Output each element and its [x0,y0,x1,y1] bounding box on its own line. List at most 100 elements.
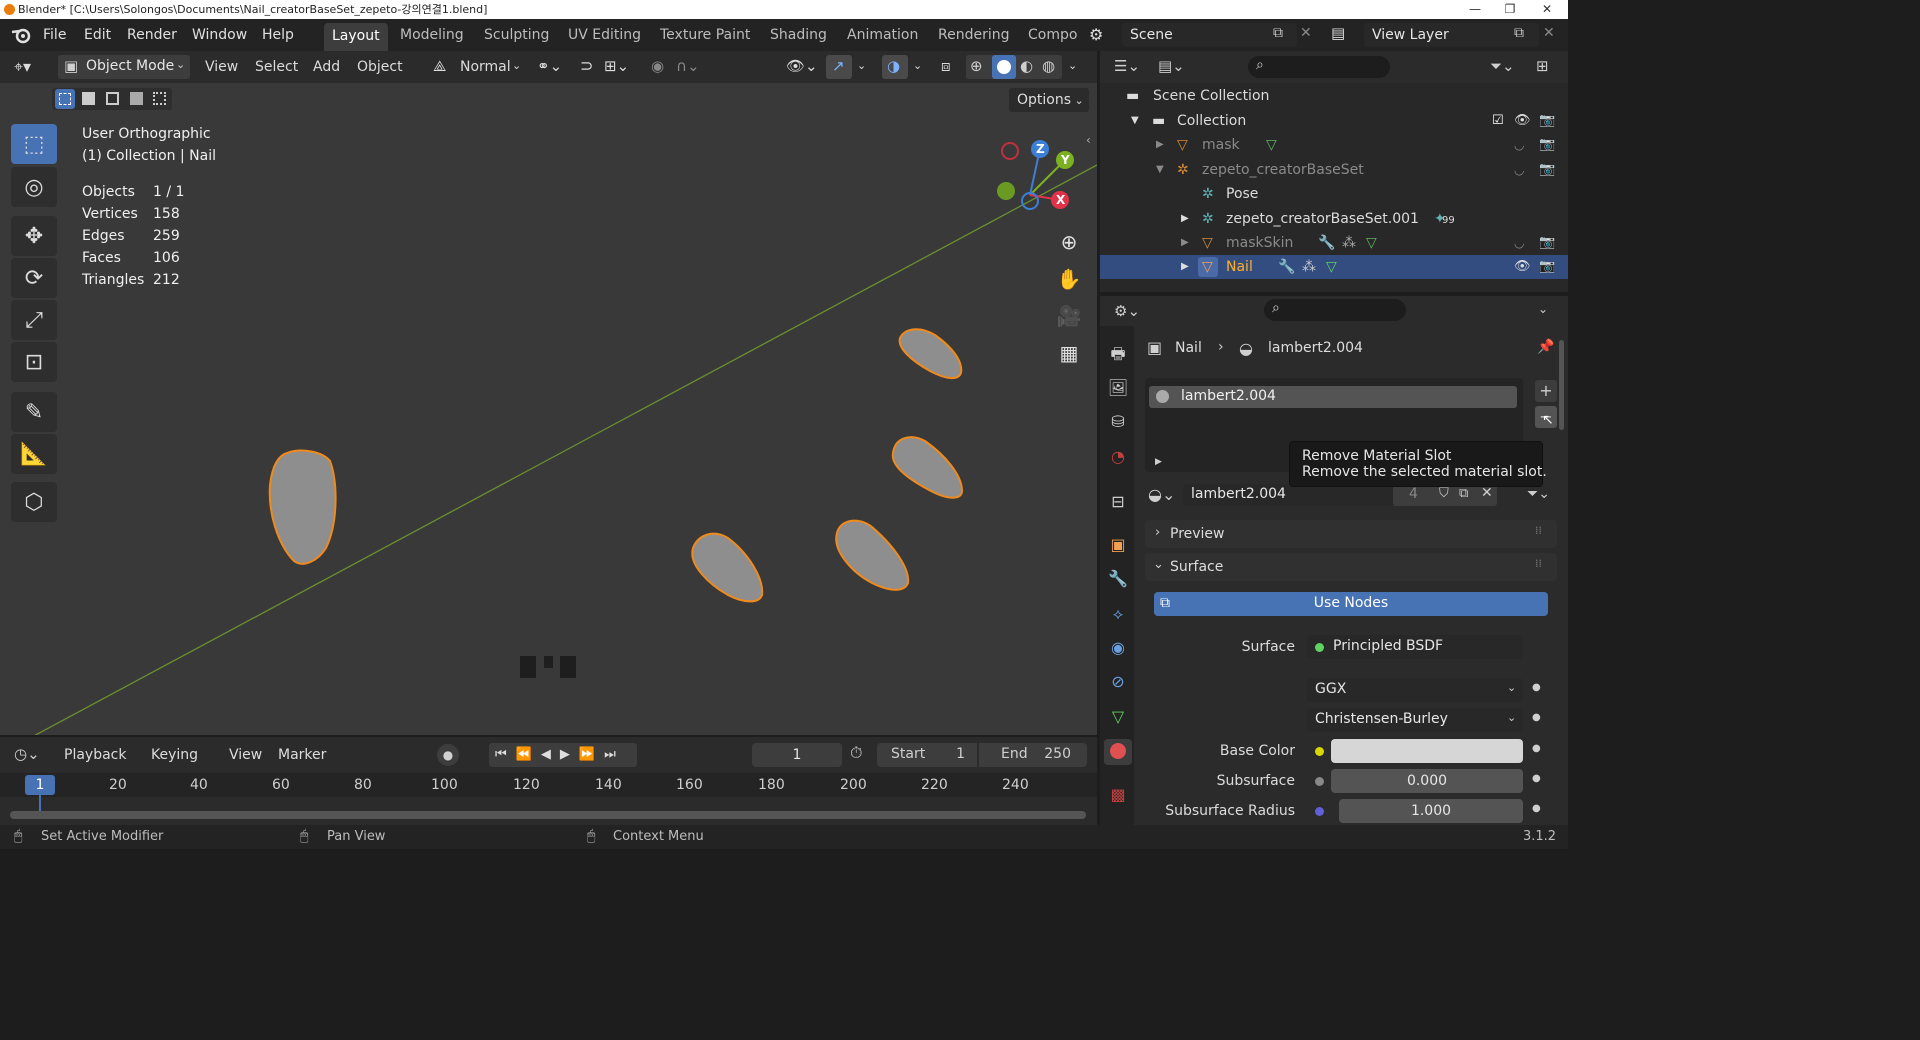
fake-user-shield-icon[interactable]: ⛉ [1439,486,1449,501]
new-view-layer-icon[interactable]: ⧉ [1514,25,1524,41]
physics-tab-icon[interactable]: ◉ [1106,636,1130,660]
new-scene-icon[interactable]: ⧉ [1273,25,1283,41]
properties-editor-type-icon[interactable]: ⚙⌄ [1114,302,1140,320]
annotate-tool[interactable]: ✎ [11,392,57,432]
constraints-tab-icon[interactable]: ⊘ [1106,670,1130,694]
visibility-icon[interactable]: 👁⌄ [786,57,818,75]
filter-icon[interactable]: ⏷⌄ [1490,57,1515,75]
zoom-icon[interactable]: ⊕ [1052,225,1086,259]
outliner-row-scene-collection[interactable]: ▬ Scene Collection [1100,84,1568,108]
subsurface-field[interactable]: 0.000 [1331,769,1523,793]
add-material-slot-button[interactable]: + [1535,380,1557,402]
view-layer-tab-icon[interactable]: ⛁ [1106,410,1130,434]
options-dropdown[interactable]: Options ⌄ [1009,88,1089,112]
surface-shader-selector[interactable]: Principled BSDF [1307,635,1523,659]
outliner-row-nail[interactable]: ▶ ▽ Nail 🔧 ⁂ ▽ 👁 📷 [1100,255,1568,279]
view-layer-icon[interactable]: ▤ [1331,24,1345,42]
snap-icon[interactable]: ⊃ [580,56,593,75]
current-frame-field[interactable]: 1 [752,743,842,767]
material-link-icon[interactable]: ⏷⌄ [1527,486,1550,502]
expand-arrow-icon[interactable]: ▼ [1131,109,1139,133]
view-layer-selector[interactable]: View Layer [1364,23,1539,47]
outliner-search-input[interactable]: ⌕ [1248,56,1390,78]
add-cube-tool[interactable]: ⬡ [11,482,57,522]
rotate-tool[interactable]: ⟳ [11,258,57,298]
select-invert-icon[interactable] [130,92,143,105]
select-subtract-icon[interactable] [106,92,119,105]
menu-view[interactable]: View [205,59,238,75]
auto-keying-icon[interactable]: ● [437,744,459,766]
tab-uv-editing[interactable]: UV Editing [568,27,641,43]
menu-window[interactable]: Window [192,27,247,43]
tab-animation[interactable]: Animation [847,27,918,43]
scene-icon[interactable]: ⚙ [1089,25,1103,44]
expand-arrow-icon[interactable]: ▶ [1181,255,1189,279]
base-color-swatch[interactable] [1331,739,1523,763]
chevron-down-icon[interactable]: ⌄ [1068,59,1077,72]
timeline-scrollbar[interactable] [10,811,1086,819]
display-mode-icon[interactable]: ▤⌄ [1158,57,1185,75]
menu-timeline-view[interactable]: View [229,747,262,763]
eye-closed-icon[interactable]: ◡ [1514,158,1524,182]
unlink-icon[interactable]: ✕ [1481,485,1493,501]
tab-compositing[interactable]: Compo [1028,27,1077,43]
rendered-shading-icon[interactable]: ◍ [1042,57,1055,75]
delete-view-layer-icon[interactable]: ✕ [1543,25,1555,41]
sidebar-toggle-icon[interactable]: ‹ [1086,133,1091,147]
outliner-row-mask[interactable]: ▶ ▽ mask ▽ ◡ 📷 [1100,133,1568,157]
camera-render-icon[interactable]: 📷 [1539,109,1555,133]
chevron-down-icon[interactable]: ⌄ [913,59,922,72]
chevron-down-icon[interactable]: ⌄ [857,59,866,72]
transform-orientation-selector[interactable]: Normal [460,59,511,75]
expand-arrow-icon[interactable]: ▶ [1181,207,1189,231]
modifier-tab-icon[interactable]: 🔧 [1106,567,1130,591]
pan-hand-icon[interactable]: ✋ [1052,262,1086,296]
expand-arrow-icon[interactable]: ▼ [1156,158,1164,182]
transform-tool[interactable]: ⊡ [11,342,57,382]
eye-icon[interactable]: 👁 [1514,255,1531,279]
camera-render-icon[interactable]: 📷 [1539,255,1555,279]
menu-add[interactable]: Add [313,59,340,75]
menu-edit[interactable]: Edit [84,27,111,43]
scene-selector[interactable]: Scene [1122,23,1297,47]
navigation-gizmo[interactable]: Z Y X [990,135,1080,217]
tab-texture-paint[interactable]: Texture Paint [660,27,750,43]
overlay-toggle-button[interactable]: ◑ [882,55,908,79]
menu-help[interactable]: Help [262,27,294,43]
play-icon[interactable]: ▶ [560,747,579,762]
falloff-icon[interactable]: ∩⌄ [676,57,700,75]
use-nodes-button[interactable]: ⧉ Use Nodes [1154,592,1548,616]
menu-marker[interactable]: Marker [278,747,326,763]
expand-arrow-icon[interactable]: ▶ [1181,231,1189,255]
gizmo-toggle-button[interactable]: ↗ [826,55,852,79]
data-tab-icon[interactable]: ▽ [1106,705,1130,729]
duplicate-icon[interactable]: ⧉ [1459,486,1468,501]
distribution-dropdown[interactable]: GGX ⌄ [1307,678,1523,702]
output-tab-icon[interactable]: 🖼 [1106,376,1130,400]
tab-shading[interactable]: Shading [770,27,827,43]
cursor-tool[interactable]: ◎ [11,167,57,207]
chevron-down-icon[interactable]: ⌄ [1538,302,1548,316]
3d-viewport[interactable]: Options ⌄ User Orthographic (1) Collecti… [0,83,1097,735]
world-tab-icon[interactable]: ⊟ [1106,490,1130,514]
menu-render[interactable]: Render [127,27,177,43]
camera-render-icon[interactable]: 📷 [1539,158,1555,182]
tab-sculpting[interactable]: Sculpting [484,27,549,43]
blender-menu-icon[interactable] [11,26,33,44]
user-count[interactable]: 4 [1409,486,1418,502]
snap-target-icon[interactable]: ⊞⌄ [604,57,629,75]
eye-icon[interactable]: 👁 [1514,109,1531,133]
drag-handle-icon[interactable]: ⁞⁞ [1535,557,1542,570]
next-keyframe-icon[interactable]: ⏩ [579,747,604,762]
subsurface-radius-field[interactable]: 1.000 [1339,799,1523,823]
tab-rendering[interactable]: Rendering [938,27,1010,43]
scene-tab-icon[interactable]: ◔ [1106,445,1130,469]
mode-selector[interactable]: ▣ Object Mode ⌄ [58,55,190,79]
outliner-row-armature-data[interactable]: ▶ ✲ zepeto_creatorBaseSet.001 ✦ 99 [1100,207,1568,231]
drag-handle-icon[interactable]: ⁞⁞ [1535,524,1542,537]
material-name-field[interactable]: lambert2.004 [1183,484,1393,506]
new-collection-icon[interactable]: ⊞ [1536,57,1549,75]
eye-closed-icon[interactable]: ◡ [1514,231,1524,255]
expand-arrow-icon[interactable]: ▶ [1156,133,1164,157]
wireframe-shading-icon[interactable]: ⊕ [970,57,983,75]
